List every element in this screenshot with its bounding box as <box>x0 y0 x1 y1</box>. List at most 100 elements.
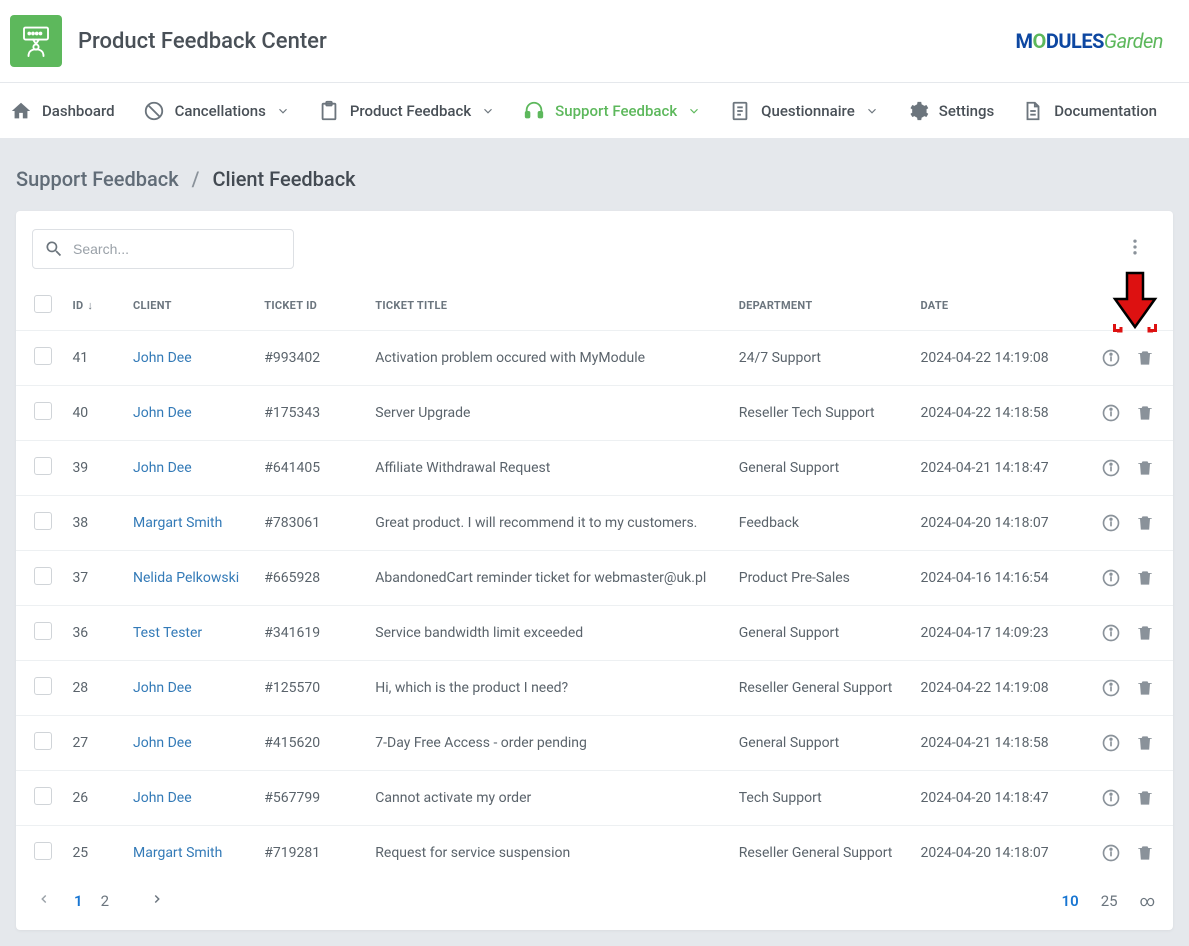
table-row: 27 John Dee #415620 7-Day Free Access - … <box>16 716 1173 771</box>
client-link[interactable]: Test Tester <box>133 625 202 641</box>
row-ticket-id: #567799 <box>254 771 365 826</box>
row-checkbox[interactable] <box>34 567 52 585</box>
row-checkbox[interactable] <box>34 622 52 640</box>
page-prev[interactable] <box>34 892 54 910</box>
row-ticket-title: Affiliate Withdrawal Request <box>365 441 728 496</box>
clipboard-icon <box>318 100 340 122</box>
feedback-table: ID↓ CLIENT TICKET ID TICKET TITLE DEPART… <box>16 281 1173 880</box>
page-number[interactable]: 2 <box>101 892 109 910</box>
row-client: John Dee <box>123 386 254 441</box>
info-icon[interactable] <box>1101 458 1121 478</box>
row-department: General Support <box>729 606 911 661</box>
client-link[interactable]: John Dee <box>133 350 192 366</box>
row-id: 25 <box>62 826 123 881</box>
client-link[interactable]: John Dee <box>133 790 192 806</box>
col-client[interactable]: CLIENT <box>123 281 254 331</box>
row-client: John Dee <box>123 716 254 771</box>
row-id: 36 <box>62 606 123 661</box>
more-button[interactable] <box>1125 237 1145 261</box>
row-checkbox[interactable] <box>34 512 52 530</box>
nav-documentation[interactable]: Documentation <box>1022 100 1157 122</box>
trash-icon[interactable] <box>1135 458 1155 478</box>
trash-icon[interactable] <box>1135 348 1155 368</box>
info-icon[interactable] <box>1101 568 1121 588</box>
row-checkbox[interactable] <box>34 457 52 475</box>
nav-cancellations-label: Cancellations <box>175 102 266 120</box>
col-ticket-title[interactable]: TICKET TITLE <box>365 281 728 331</box>
brand-logo: MODULESGarden <box>1016 29 1163 53</box>
col-id[interactable]: ID↓ <box>62 281 123 331</box>
client-link[interactable]: Margart Smith <box>133 845 222 861</box>
nav-settings[interactable]: Settings <box>907 100 995 122</box>
nav-documentation-label: Documentation <box>1054 102 1157 120</box>
trash-icon[interactable] <box>1135 678 1155 698</box>
row-checkbox[interactable] <box>34 732 52 750</box>
row-id: 40 <box>62 386 123 441</box>
row-client: John Dee <box>123 441 254 496</box>
trash-icon[interactable] <box>1135 513 1155 533</box>
app-icon <box>10 15 62 67</box>
col-ticket-id[interactable]: TICKET ID <box>254 281 365 331</box>
nav-questionnaire[interactable]: Questionnaire <box>729 100 879 122</box>
search-input[interactable] <box>32 229 294 269</box>
info-icon[interactable] <box>1101 403 1121 423</box>
nav-dashboard[interactable]: Dashboard <box>10 100 115 122</box>
page-next[interactable] <box>147 892 167 910</box>
breadcrumb-separator: / <box>192 167 200 191</box>
info-icon[interactable] <box>1101 733 1121 753</box>
row-department: Reseller Tech Support <box>729 386 911 441</box>
row-ticket-id: #665928 <box>254 551 365 606</box>
nav-cancellations[interactable]: Cancellations <box>143 100 290 122</box>
breadcrumb-parent[interactable]: Support Feedback <box>16 167 179 191</box>
row-client: Margart Smith <box>123 826 254 881</box>
page-number[interactable]: 1 <box>74 892 83 910</box>
info-icon[interactable] <box>1101 348 1121 368</box>
info-icon[interactable] <box>1101 623 1121 643</box>
row-checkbox[interactable] <box>34 677 52 695</box>
row-checkbox[interactable] <box>34 347 52 365</box>
nav-product-feedback[interactable]: Product Feedback <box>318 100 495 122</box>
client-link[interactable]: John Dee <box>133 735 192 751</box>
trash-icon[interactable] <box>1135 843 1155 863</box>
client-link[interactable]: John Dee <box>133 460 192 476</box>
row-checkbox[interactable] <box>34 842 52 860</box>
trash-icon[interactable] <box>1135 623 1155 643</box>
info-icon[interactable] <box>1101 788 1121 808</box>
row-ticket-title: Service bandwidth limit exceeded <box>365 606 728 661</box>
form-icon <box>729 100 751 122</box>
client-link[interactable]: John Dee <box>133 405 192 421</box>
row-ticket-id: #719281 <box>254 826 365 881</box>
more-vertical-icon <box>1125 237 1145 257</box>
trash-icon[interactable] <box>1135 788 1155 808</box>
table-row: 28 John Dee #125570 Hi, which is the pro… <box>16 661 1173 716</box>
table-row: 36 Test Tester #341619 Service bandwidth… <box>16 606 1173 661</box>
client-link[interactable]: John Dee <box>133 680 192 696</box>
row-department: General Support <box>729 716 911 771</box>
row-date: 2024-04-22 14:18:58 <box>910 386 1082 441</box>
select-all-checkbox[interactable] <box>34 295 52 313</box>
page-size[interactable]: ∞ <box>1140 892 1155 910</box>
page-size[interactable]: 25 <box>1101 892 1118 910</box>
document-icon <box>1022 100 1044 122</box>
row-checkbox[interactable] <box>34 787 52 805</box>
col-department[interactable]: DEPARTMENT <box>729 281 911 331</box>
trash-icon[interactable] <box>1135 568 1155 588</box>
trash-icon[interactable] <box>1135 733 1155 753</box>
client-link[interactable]: Margart Smith <box>133 515 222 531</box>
row-checkbox[interactable] <box>34 402 52 420</box>
info-icon[interactable] <box>1101 513 1121 533</box>
info-icon[interactable] <box>1101 678 1121 698</box>
table-row: 25 Margart Smith #719281 Request for ser… <box>16 826 1173 881</box>
row-id: 27 <box>62 716 123 771</box>
nav-support-feedback-label: Support Feedback <box>555 102 677 120</box>
row-client: Test Tester <box>123 606 254 661</box>
info-icon[interactable] <box>1101 843 1121 863</box>
row-client: John Dee <box>123 771 254 826</box>
nav-product-feedback-label: Product Feedback <box>350 102 471 120</box>
trash-icon[interactable] <box>1135 403 1155 423</box>
client-link[interactable]: Nelida Pelkowski <box>133 570 239 586</box>
col-date[interactable]: DATE <box>910 281 1082 331</box>
nav-support-feedback[interactable]: Support Feedback <box>523 100 701 122</box>
row-date: 2024-04-21 14:18:47 <box>910 441 1082 496</box>
page-size[interactable]: 10 <box>1062 892 1079 910</box>
